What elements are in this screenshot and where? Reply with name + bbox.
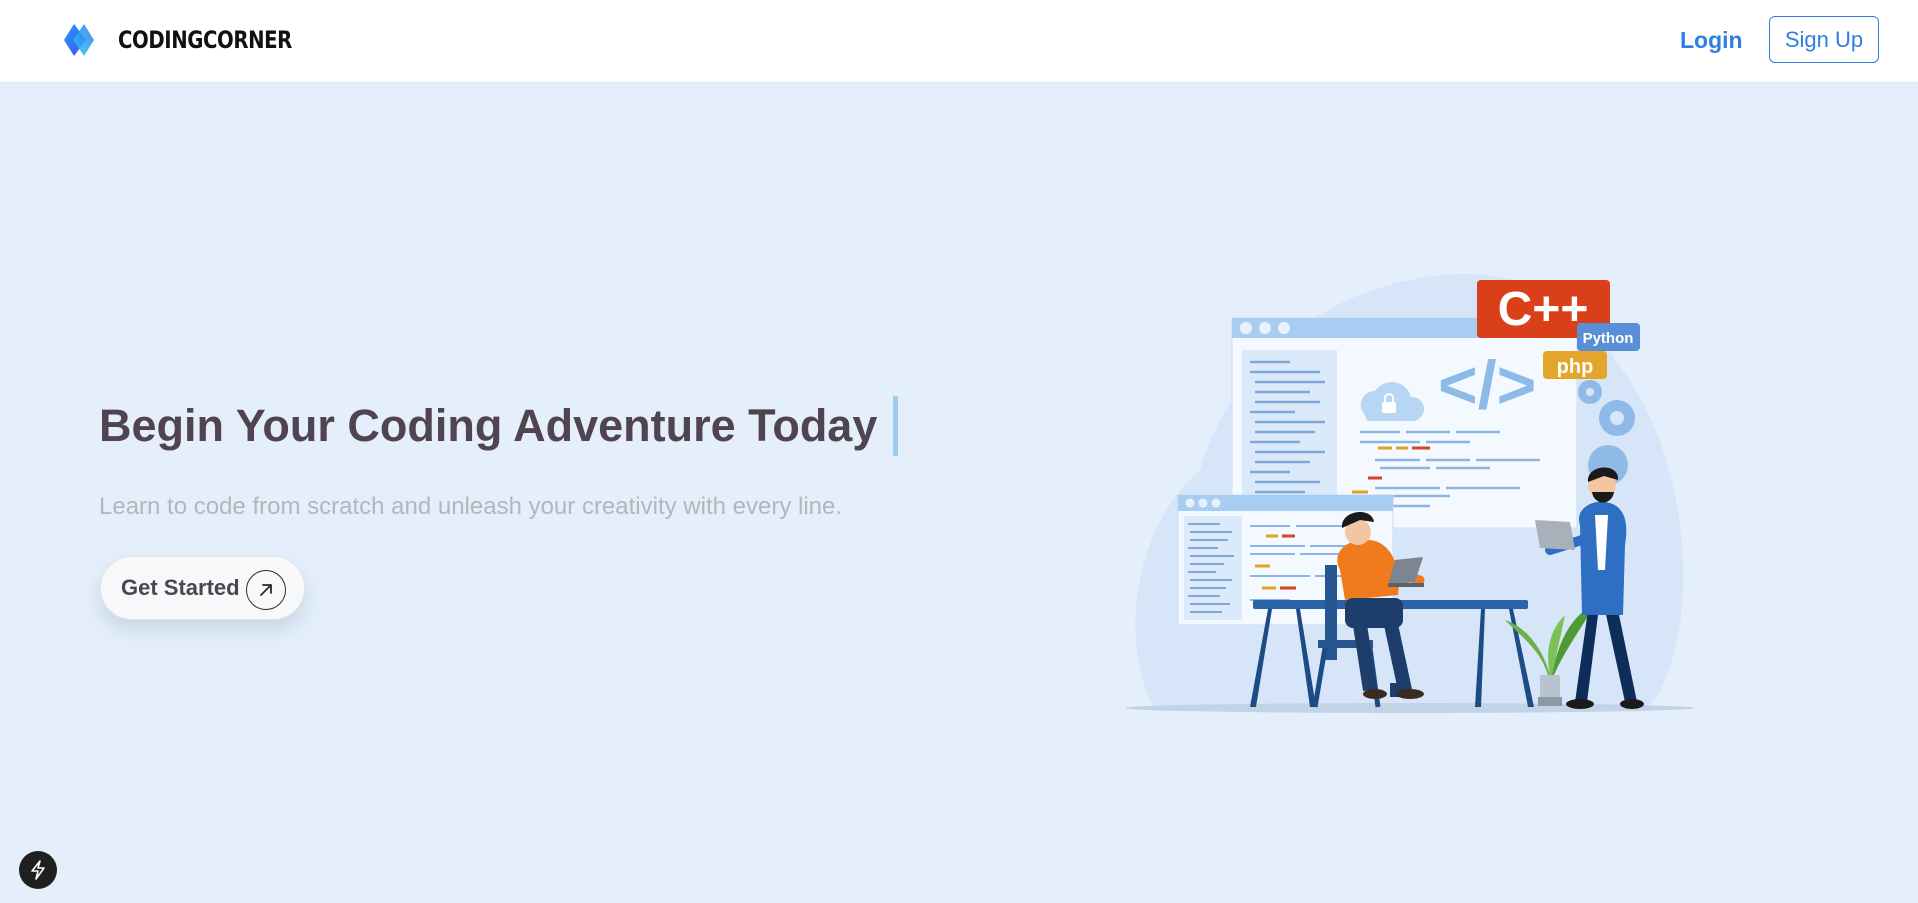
get-started-button[interactable]: Get Started bbox=[100, 556, 305, 620]
php-badge: php bbox=[1543, 351, 1607, 379]
arrow-up-right-icon bbox=[246, 570, 286, 610]
signup-button[interactable]: Sign Up bbox=[1769, 16, 1879, 63]
python-badge: Python bbox=[1577, 323, 1640, 351]
navbar: CODINGCORNER Login Sign Up bbox=[0, 0, 1918, 83]
get-started-label: Get Started bbox=[121, 575, 240, 600]
login-link[interactable]: Login bbox=[1680, 22, 1743, 58]
svg-text:C++: C++ bbox=[1498, 283, 1589, 336]
code-symbol: </> bbox=[1438, 347, 1536, 423]
brand-name: CODINGCORNER bbox=[118, 26, 292, 54]
svg-text:Python: Python bbox=[1583, 330, 1634, 347]
floor-shadow bbox=[1125, 703, 1695, 713]
hero-title: Begin Your Coding Adventure Today bbox=[99, 396, 899, 456]
coding-illustration: </> C++ Python php bbox=[1125, 273, 1695, 713]
hero-title-text: Begin Your Coding Adventure Today bbox=[99, 400, 878, 451]
hero-subtitle: Learn to code from scratch and unleash y… bbox=[99, 493, 843, 520]
typing-caret bbox=[893, 396, 899, 456]
svg-text:php: php bbox=[1557, 356, 1594, 378]
lightning-bolt-icon[interactable] bbox=[19, 851, 57, 889]
diamond-logo-icon bbox=[64, 24, 94, 56]
brand[interactable]: CODINGCORNER bbox=[62, 22, 330, 58]
